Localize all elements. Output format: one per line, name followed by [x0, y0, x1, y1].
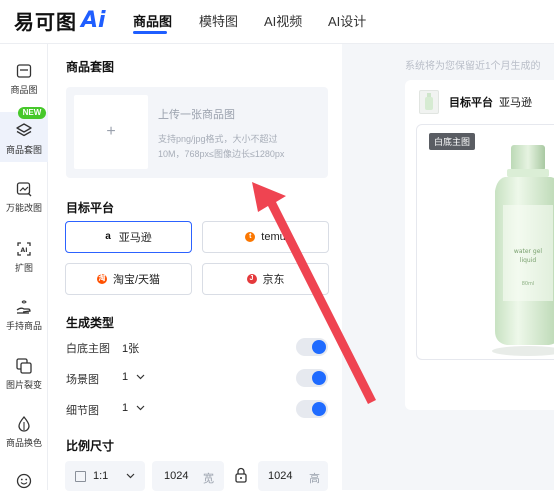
height-value: 1024	[268, 470, 293, 482]
gen-type-label: 场景图	[66, 374, 99, 386]
tab-product-image[interactable]: 商品图	[133, 11, 172, 30]
sidebar-item-label: 万能改图	[5, 203, 42, 213]
lock-ratio-icon[interactable]	[234, 467, 248, 483]
gen-count-value: 1张	[122, 343, 140, 355]
sidebar-item-label: 扩图	[14, 263, 33, 273]
width-value: 1024	[164, 470, 189, 482]
section-title-product-set: 商品套图	[66, 60, 115, 74]
app-logo[interactable]: 易可图 Ai	[14, 7, 106, 34]
color-drop-icon	[18, 415, 30, 432]
temu-logo-icon: t	[245, 232, 256, 242]
platform-label: 淘宝/天猫	[112, 274, 161, 286]
logo-ai-mark: Ai	[81, 7, 106, 33]
result-card: 目标平台 亚马逊 白底主图 water gel liquid 80ml	[405, 80, 554, 410]
image-type-tag: 白底主图	[429, 133, 476, 150]
section-title-gen-type: 生成类型	[66, 316, 115, 330]
platform-label: temu	[261, 231, 286, 243]
upload-hint-line1: 支持png/jpg格式，大小不超过	[158, 134, 278, 144]
jd-logo-icon: J	[246, 274, 257, 284]
image-frame-icon	[16, 64, 32, 78]
sidebar-item-label: 商品换色	[5, 438, 42, 448]
platform-label: 目标平台	[449, 97, 493, 109]
new-badge: NEW	[18, 107, 46, 119]
chevron-down-icon	[126, 473, 135, 479]
gen-row-white-bg: 白底主图 1张	[66, 338, 328, 356]
source-thumbnail[interactable]	[419, 90, 439, 114]
result-card-header: 目标平台 亚马逊	[419, 90, 532, 114]
active-tab-indicator	[133, 31, 167, 34]
ratio-value: 1:1	[93, 470, 109, 482]
gen-row-detail: 细节图 1	[66, 400, 328, 418]
ratio-square-icon	[75, 471, 86, 482]
gen-toggle-white-bg[interactable]	[296, 338, 328, 356]
sidebar-item-product-image[interactable]: 商品图	[0, 62, 48, 98]
chevron-down-icon	[136, 405, 145, 411]
ratio-select[interactable]: 1:1	[65, 461, 145, 491]
gen-count-select[interactable]: 1	[122, 402, 145, 414]
height-input[interactable]: 1024 高	[258, 461, 328, 491]
sidebar-item-universal-edit[interactable]: 万能改图	[0, 180, 48, 216]
section-title-platform: 目标平台	[66, 201, 115, 215]
smile-icon	[16, 473, 32, 489]
logo-text: 易可图	[14, 9, 77, 34]
sidebar-item-image-split[interactable]: 图片裂变	[0, 357, 48, 393]
sidebar-item-label: 图片裂变	[5, 380, 42, 390]
product-text-line3: 80ml	[522, 281, 535, 287]
image-split-icon	[16, 358, 32, 374]
platform-jd-button[interactable]: J 京东	[202, 263, 329, 295]
platform-value: 亚马逊	[499, 97, 532, 109]
plus-icon: +	[106, 123, 116, 140]
product-text-line1: water gel	[514, 248, 543, 255]
chevron-down-icon	[136, 374, 145, 380]
platform-label: 京东	[262, 274, 285, 286]
tab-ai-video[interactable]: AI视频	[264, 11, 302, 30]
gen-row-scene: 场景图 1	[66, 369, 328, 387]
sidebar-item-label: 商品图	[10, 85, 38, 95]
gen-count-select[interactable]: 1	[122, 371, 145, 383]
tab-ai-design[interactable]: AI设计	[328, 11, 366, 30]
height-unit: 高	[309, 473, 320, 485]
tab-model-image[interactable]: 模特图	[199, 11, 238, 30]
width-input[interactable]: 1024 宽	[152, 461, 224, 491]
hand-hold-icon	[16, 300, 31, 314]
sidebar-item-handheld[interactable]: 手持商品	[0, 298, 48, 334]
platform-label: 亚马逊	[118, 232, 152, 244]
sidebar-item-more[interactable]	[0, 472, 48, 496]
gen-type-label: 细节图	[66, 405, 99, 417]
gen-type-label: 白底主图	[66, 343, 110, 355]
expand-ai-icon: AI	[17, 242, 31, 256]
gen-toggle-detail[interactable]	[296, 400, 328, 418]
amazon-logo-icon: a	[105, 231, 111, 242]
product-bottle-image: water gel liquid 80ml	[492, 145, 554, 356]
gen-count-value: 1	[122, 371, 129, 383]
sidebar-item-label: 手持商品	[5, 321, 42, 331]
section-title-ratio: 比例尺寸	[66, 439, 115, 453]
upload-hint-line2: 10M，768px≤图像边长≤1280px	[158, 149, 285, 159]
settings-panel: 商品套图 + 上传一张商品图 支持png/jpg格式，大小不超过 10M，768…	[48, 44, 342, 491]
upload-dropzone[interactable]: + 上传一张商品图 支持png/jpg格式，大小不超过 10M，768px≤图像…	[66, 87, 328, 178]
sidebar-item-expand[interactable]: AI 扩图	[0, 240, 48, 276]
retention-notice: 系统将为您保留近1个月生成的	[405, 61, 541, 72]
preview-area: 系统将为您保留近1个月生成的 目标平台 亚马逊 白底主图 water gel l…	[342, 44, 554, 490]
stack-layers-icon	[16, 123, 32, 137]
platform-amazon-button[interactable]: a 亚马逊	[65, 221, 192, 253]
svg-text:AI: AI	[21, 247, 28, 254]
bottle-thumbnail-icon	[425, 93, 433, 110]
width-unit: 宽	[203, 473, 214, 485]
taobao-logo-icon: 淘	[96, 274, 107, 284]
upload-button[interactable]: +	[74, 95, 148, 169]
left-sidebar: 商品图 商品套图 NEW 万能改图 AI 扩图 手持商品 图片裂变 商品换色	[0, 44, 48, 490]
gen-count-value: 1	[122, 402, 129, 414]
upload-title: 上传一张商品图	[158, 109, 235, 121]
gen-toggle-scene[interactable]	[296, 369, 328, 387]
platform-temu-button[interactable]: t temu	[202, 221, 329, 253]
sidebar-item-product-set[interactable]: 商品套图	[0, 112, 48, 162]
image-edit-icon	[16, 182, 32, 197]
sidebar-item-color-swap[interactable]: 商品换色	[0, 415, 48, 451]
platform-taobao-button[interactable]: 淘 淘宝/天猫	[65, 263, 192, 295]
sidebar-item-label: 商品套图	[5, 145, 42, 155]
top-nav: 易可图 Ai 商品图 模特图 AI视频 AI设计	[0, 0, 554, 44]
product-text-line2: liquid	[520, 257, 537, 264]
result-image[interactable]: 白底主图 water gel liquid 80ml	[416, 124, 554, 360]
